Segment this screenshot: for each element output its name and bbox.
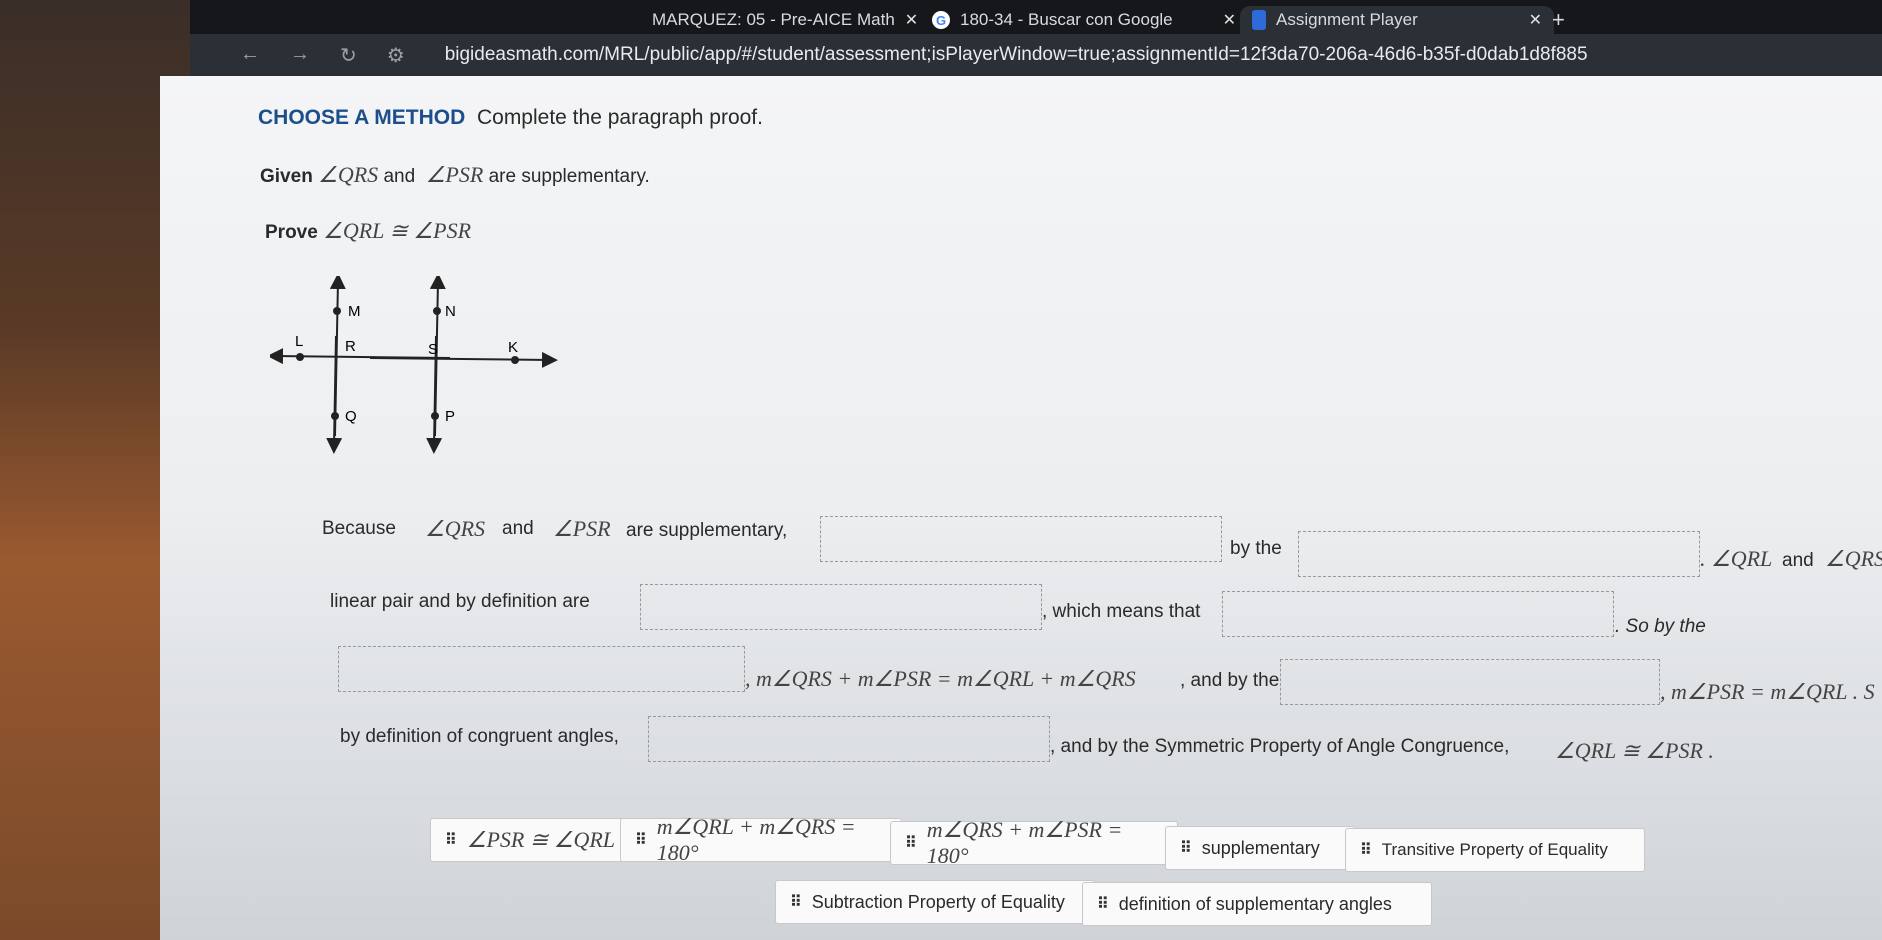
math: ∠QRS bbox=[425, 516, 486, 541]
tab-label: MARQUEZ: 05 - Pre-AICE Math bbox=[652, 10, 895, 29]
answer-blank-7[interactable] bbox=[648, 716, 1050, 762]
answer-blank-1[interactable] bbox=[820, 516, 1222, 562]
label-m: M bbox=[348, 303, 361, 320]
choice-label: m∠QRL + m∠QRS = 180° bbox=[656, 814, 856, 865]
instruction-text: Complete the paragraph proof. bbox=[476, 106, 763, 129]
answer-blank-3[interactable] bbox=[640, 584, 1042, 630]
label-q: Q bbox=[345, 408, 357, 425]
drag-handle-icon: ⠿ bbox=[1360, 842, 1372, 859]
geometry-figure: M N L R S K Q P bbox=[270, 276, 558, 454]
label-r: R bbox=[345, 338, 356, 355]
tab-label: 180-34 - Buscar con Google bbox=[960, 10, 1173, 29]
label-p: P bbox=[445, 408, 455, 425]
tab-assignment-player[interactable]: Assignment Player ✕ bbox=[1240, 6, 1554, 34]
assignment-content: CHOOSE A METHOD Complete the paragraph p… bbox=[160, 76, 1882, 940]
close-icon[interactable]: ✕ bbox=[1223, 10, 1236, 30]
prove-line: Prove ∠QRL ≅ ∠PSR bbox=[265, 218, 471, 244]
text: . So by the bbox=[1615, 616, 1706, 637]
text: , and by the Symmetric Property of Angle… bbox=[1050, 736, 1510, 757]
url-input[interactable]: bigideasmath.com/MRL/public/app/#/studen… bbox=[445, 44, 1588, 66]
math: , m∠PSR = m∠QRL . S bbox=[1660, 679, 1875, 704]
close-icon[interactable]: ✕ bbox=[905, 10, 918, 30]
text: by definition of congruent angles, bbox=[340, 726, 619, 747]
new-tab-button[interactable]: + bbox=[1540, 6, 1577, 34]
method-label: CHOOSE A METHOD bbox=[258, 106, 466, 129]
label-s: S bbox=[428, 341, 438, 358]
math: ∠QRL ≅ ∠PSR . bbox=[1555, 738, 1714, 763]
answer-blank-5[interactable] bbox=[338, 646, 745, 692]
drag-handle-icon: ⠿ bbox=[905, 835, 917, 852]
choice-label: m∠QRS + m∠PSR = 180° bbox=[926, 817, 1123, 868]
label-k: K bbox=[508, 339, 518, 356]
given-line: Given ∠QRS and ∠PSR are supplementary. bbox=[260, 162, 650, 188]
text: linear pair and by definition are bbox=[330, 591, 590, 612]
text: and bbox=[383, 166, 416, 187]
choice-label: supplementary bbox=[1201, 837, 1320, 858]
back-icon[interactable]: ← bbox=[240, 43, 260, 68]
drag-handle-icon: ⠿ bbox=[790, 894, 802, 911]
forward-icon[interactable]: → bbox=[290, 43, 310, 68]
choice-qrl-plus-qrs[interactable]: ⠿ m∠QRL + m∠QRS = 180° bbox=[620, 814, 902, 865]
tab-label: Assignment Player bbox=[1276, 10, 1418, 29]
label-n: N bbox=[445, 303, 456, 320]
math: ∠QRS bbox=[1825, 546, 1882, 571]
choice-label: ∠PSR ≅ ∠QRL bbox=[466, 827, 616, 852]
drag-handle-icon: ⠿ bbox=[635, 832, 647, 849]
text: and bbox=[1782, 550, 1814, 571]
text: are supplementary. bbox=[488, 166, 650, 187]
choice-subtraction-property[interactable]: ⠿ Subtraction Property of Equality bbox=[775, 880, 1095, 924]
math: ∠PSR bbox=[425, 162, 484, 187]
text: , and by the bbox=[1180, 670, 1280, 691]
choice-qrs-plus-psr[interactable]: ⠿ m∠QRS + m∠PSR = 180° bbox=[890, 817, 1178, 868]
text: and bbox=[502, 518, 534, 539]
bigideas-icon bbox=[1252, 10, 1266, 30]
site-settings-icon[interactable]: ⚙ bbox=[387, 43, 405, 68]
text: , which means that bbox=[1042, 601, 1201, 622]
tab-marquez[interactable]: MARQUEZ: 05 - Pre-AICE Math ✕ bbox=[640, 6, 930, 34]
tab-google[interactable]: G 180-34 - Buscar con Google ✕ bbox=[920, 6, 1248, 34]
answer-blank-4[interactable] bbox=[1222, 591, 1614, 637]
math: ∠PSR bbox=[553, 516, 611, 541]
choice-label: Transitive Property of Equality bbox=[1381, 840, 1608, 859]
math: . ∠QRL bbox=[1700, 546, 1773, 571]
drag-handle-icon: ⠿ bbox=[1097, 896, 1109, 913]
choice-psr-congruent-qrl[interactable]: ⠿ ∠PSR ≅ ∠QRL bbox=[430, 818, 632, 862]
text: are supplementary, bbox=[626, 520, 788, 541]
text: by the bbox=[1230, 538, 1282, 559]
answer-blank-2[interactable] bbox=[1298, 531, 1700, 577]
choice-label: definition of supplementary angles bbox=[1118, 893, 1392, 914]
given-label: Given bbox=[260, 166, 313, 187]
google-icon: G bbox=[932, 11, 950, 29]
prove-label: Prove bbox=[265, 222, 318, 243]
math: ∠QRS bbox=[318, 162, 379, 187]
math: ∠QRL ≅ ∠PSR bbox=[323, 218, 472, 243]
math: , m∠QRS + m∠PSR = m∠QRL + m∠QRS bbox=[745, 666, 1136, 691]
choice-definition-supplementary[interactable]: ⠿ definition of supplementary angles bbox=[1082, 882, 1432, 926]
answer-blank-6[interactable] bbox=[1280, 659, 1660, 705]
drag-handle-icon: ⠿ bbox=[1180, 840, 1192, 857]
choice-label: Subtraction Property of Equality bbox=[811, 891, 1065, 912]
choice-transitive-property[interactable]: ⠿ Transitive Property of Equality bbox=[1345, 828, 1645, 872]
text: Because bbox=[322, 518, 396, 539]
drag-handle-icon: ⠿ bbox=[445, 832, 457, 849]
address-bar: ← → ↻ ⚙ bigideasmath.com/MRL/public/app/#/s… bbox=[190, 34, 1882, 76]
choice-supplementary[interactable]: ⠿ supplementary bbox=[1165, 826, 1355, 870]
instruction: CHOOSE A METHOD Complete the paragraph p… bbox=[258, 106, 763, 130]
label-l: L bbox=[295, 333, 303, 350]
reload-icon[interactable]: ↻ bbox=[340, 43, 357, 68]
tab-strip: MARQUEZ: 05 - Pre-AICE Math ✕ G 180-34 - B… bbox=[190, 0, 1882, 34]
